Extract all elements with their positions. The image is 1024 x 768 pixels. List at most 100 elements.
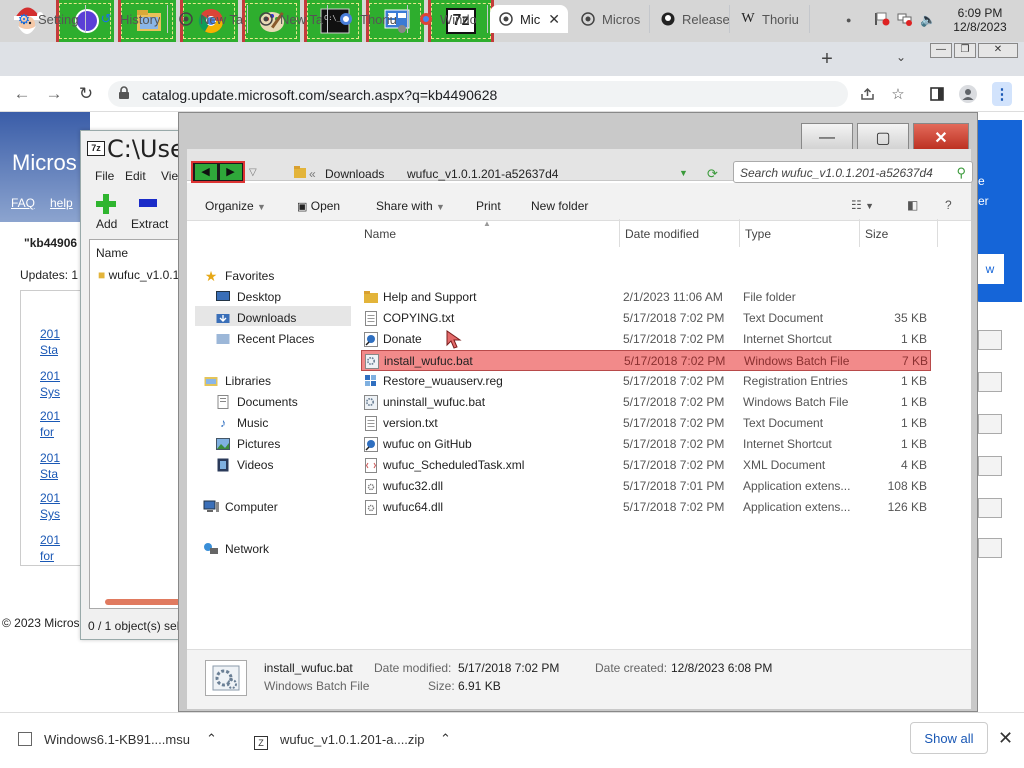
new-folder-button[interactable]: New folder: [531, 199, 588, 213]
tab-microsoft-2[interactable]: Micros: [572, 5, 650, 33]
result-link[interactable]: Sys: [40, 384, 60, 400]
explorer-back-icon[interactable]: ◀: [194, 164, 217, 180]
nav-desktop[interactable]: Desktop: [215, 289, 281, 305]
download-button[interactable]: [978, 414, 1002, 434]
explorer-search-box[interactable]: Search wufuc_v1.0.1.201-a52637d4 ⚲: [733, 161, 973, 183]
forward-arrow-icon[interactable]: →: [44, 84, 64, 104]
url-text[interactable]: catalog.update.microsoft.com/search.aspx…: [142, 87, 497, 103]
column-size[interactable]: Size: [865, 227, 888, 241]
volume-icon[interactable]: 🔈: [920, 12, 936, 28]
reload-icon[interactable]: ↻: [76, 84, 96, 104]
lock-icon[interactable]: [118, 86, 130, 103]
profile-avatar-icon[interactable]: [958, 84, 978, 104]
promo-button[interactable]: w: [976, 254, 1004, 284]
result-link[interactable]: 201: [40, 408, 60, 424]
catalog-brand[interactable]: Micros: [12, 150, 77, 176]
refresh-icon[interactable]: ⟳: [707, 166, 718, 182]
file-row[interactable]: wufuc_ScheduledTask.xml 5/17/2018 7:02 PM…: [361, 455, 931, 476]
browser-close-button[interactable]: ✕: [978, 43, 1018, 58]
browser-menu-icon[interactable]: ⋮: [992, 82, 1012, 106]
organize-button[interactable]: Organize ▼: [205, 199, 266, 213]
file-row[interactable]: version.txt 5/17/2018 7:02 PM Text Documen…: [361, 413, 931, 434]
tab-new-tab-1[interactable]: New Ta: [170, 5, 248, 33]
download-button[interactable]: [978, 456, 1002, 476]
nav-favorites[interactable]: ★ Favorites: [203, 268, 275, 284]
share-with-button[interactable]: Share with ▼: [376, 199, 445, 213]
download-chevron-icon[interactable]: ⌃: [440, 731, 451, 747]
nav-libraries[interactable]: Libraries: [203, 373, 271, 389]
download-button[interactable]: [978, 330, 1002, 350]
download-button[interactable]: [978, 538, 1002, 558]
nav-documents[interactable]: Documents: [215, 394, 298, 410]
tab-github-releases[interactable]: Release: [652, 5, 730, 33]
result-link[interactable]: Sys: [40, 506, 60, 522]
back-arrow-icon[interactable]: ←: [12, 84, 32, 104]
taskbar-clock[interactable]: 6:09 PM 12/8/2023: [948, 6, 1012, 34]
tab-new-tab-2[interactable]: New Ta: [250, 5, 328, 33]
browser-minimize-button[interactable]: —: [930, 43, 952, 58]
tab-windows[interactable]: Windo: [410, 5, 488, 33]
7zip-column-name[interactable]: Name: [96, 246, 128, 260]
7zip-add-label[interactable]: Add: [96, 217, 117, 231]
result-link[interactable]: for: [40, 548, 54, 564]
open-button[interactable]: ▣ Open: [297, 199, 340, 213]
nav-network[interactable]: Network: [203, 541, 269, 557]
nav-computer[interactable]: Computer: [203, 499, 278, 515]
nav-pictures[interactable]: Pictures: [215, 436, 280, 452]
file-row[interactable]: install_wufuc.bat 5/17/2018 7:02 PM Window…: [361, 350, 931, 371]
tray-dot-icon[interactable]: ●: [846, 15, 851, 25]
file-row[interactable]: wufuc on GitHub 5/17/2018 7:02 PM Internet…: [361, 434, 931, 455]
column-separator[interactable]: [619, 219, 620, 247]
result-link[interactable]: 201: [40, 450, 60, 466]
nav-videos[interactable]: Videos: [215, 457, 273, 473]
file-row[interactable]: wufuc64.dll 5/17/2018 7:02 PM Application …: [361, 497, 931, 518]
bookmark-star-icon[interactable]: ☆: [888, 84, 908, 104]
file-row[interactable]: COPYING.txt 5/17/2018 7:02 PM Text Documen…: [361, 308, 931, 329]
help-link[interactable]: help: [50, 196, 73, 210]
result-link[interactable]: 201: [40, 326, 60, 342]
result-link[interactable]: 201: [40, 532, 60, 548]
7zip-scrollbar[interactable]: [105, 599, 185, 605]
download-button[interactable]: [978, 498, 1002, 518]
download-item-msu[interactable]: Windows6.1-KB91....msu: [18, 732, 190, 747]
action-center-flag-icon[interactable]: [874, 12, 890, 29]
faq-link[interactable]: FAQ: [11, 196, 35, 210]
file-row[interactable]: Restore_wuauserv.reg 5/17/2018 7:02 PM Reg…: [361, 371, 931, 392]
file-row[interactable]: wufuc32.dll 5/17/2018 7:01 PM Application …: [361, 476, 931, 497]
nav-downloads[interactable]: Downloads: [215, 310, 296, 326]
tab-settings[interactable]: ⚙ Setting: [8, 5, 86, 33]
7zip-extract-label[interactable]: Extract: [131, 217, 168, 231]
print-button[interactable]: Print: [476, 199, 501, 213]
file-row[interactable]: uninstall_wufuc.bat 5/17/2018 7:02 PM Wind…: [361, 392, 931, 413]
recent-pages-chevron-icon[interactable]: ▽: [249, 167, 257, 178]
7zip-menu-edit[interactable]: Edit: [125, 169, 146, 183]
file-row[interactable]: Help and Support 2/1/2023 11:06 AM File fo…: [361, 287, 931, 308]
help-icon[interactable]: ?: [945, 198, 952, 212]
column-date-modified[interactable]: Date modified: [625, 227, 699, 241]
column-separator[interactable]: [859, 219, 860, 247]
tab-close-icon[interactable]: ✕: [548, 11, 560, 28]
7zip-file-row[interactable]: ■ wufuc_v1.0.1: [98, 268, 179, 282]
show-all-downloads-button[interactable]: Show all: [910, 722, 988, 754]
tab-thorium-1[interactable]: Thoriu: [330, 5, 408, 33]
share-icon[interactable]: [858, 84, 878, 104]
7zip-menu-file[interactable]: File: [95, 169, 114, 183]
tab-microsoft-catalog[interactable]: Mic ✕: [490, 5, 568, 33]
view-options-icon[interactable]: ☷ ▼: [851, 198, 874, 212]
download-item-zip[interactable]: Zwufuc_v1.0.1.201-a....zip: [254, 732, 425, 750]
minus-icon[interactable]: [139, 199, 157, 207]
column-separator[interactable]: [739, 219, 740, 247]
network-tray-icon[interactable]: [897, 12, 913, 29]
nav-recent-places[interactable]: Recent Places: [215, 331, 314, 347]
plus-icon[interactable]: [95, 193, 119, 215]
preview-pane-icon[interactable]: ◧: [907, 198, 918, 212]
address-dropdown-icon[interactable]: ▼: [679, 168, 688, 178]
result-link[interactable]: 201: [40, 490, 60, 506]
explorer-forward-icon[interactable]: ▶: [219, 164, 242, 180]
breadcrumb-downloads[interactable]: Downloads: [325, 167, 384, 181]
close-download-shelf-icon[interactable]: ✕: [998, 728, 1013, 749]
browser-restore-button[interactable]: ❐: [954, 43, 976, 58]
side-panel-icon[interactable]: [927, 84, 947, 104]
tab-thorium-wikipedia[interactable]: W Thoriu: [732, 5, 810, 33]
breadcrumb-overflow-icon[interactable]: «: [309, 167, 316, 181]
